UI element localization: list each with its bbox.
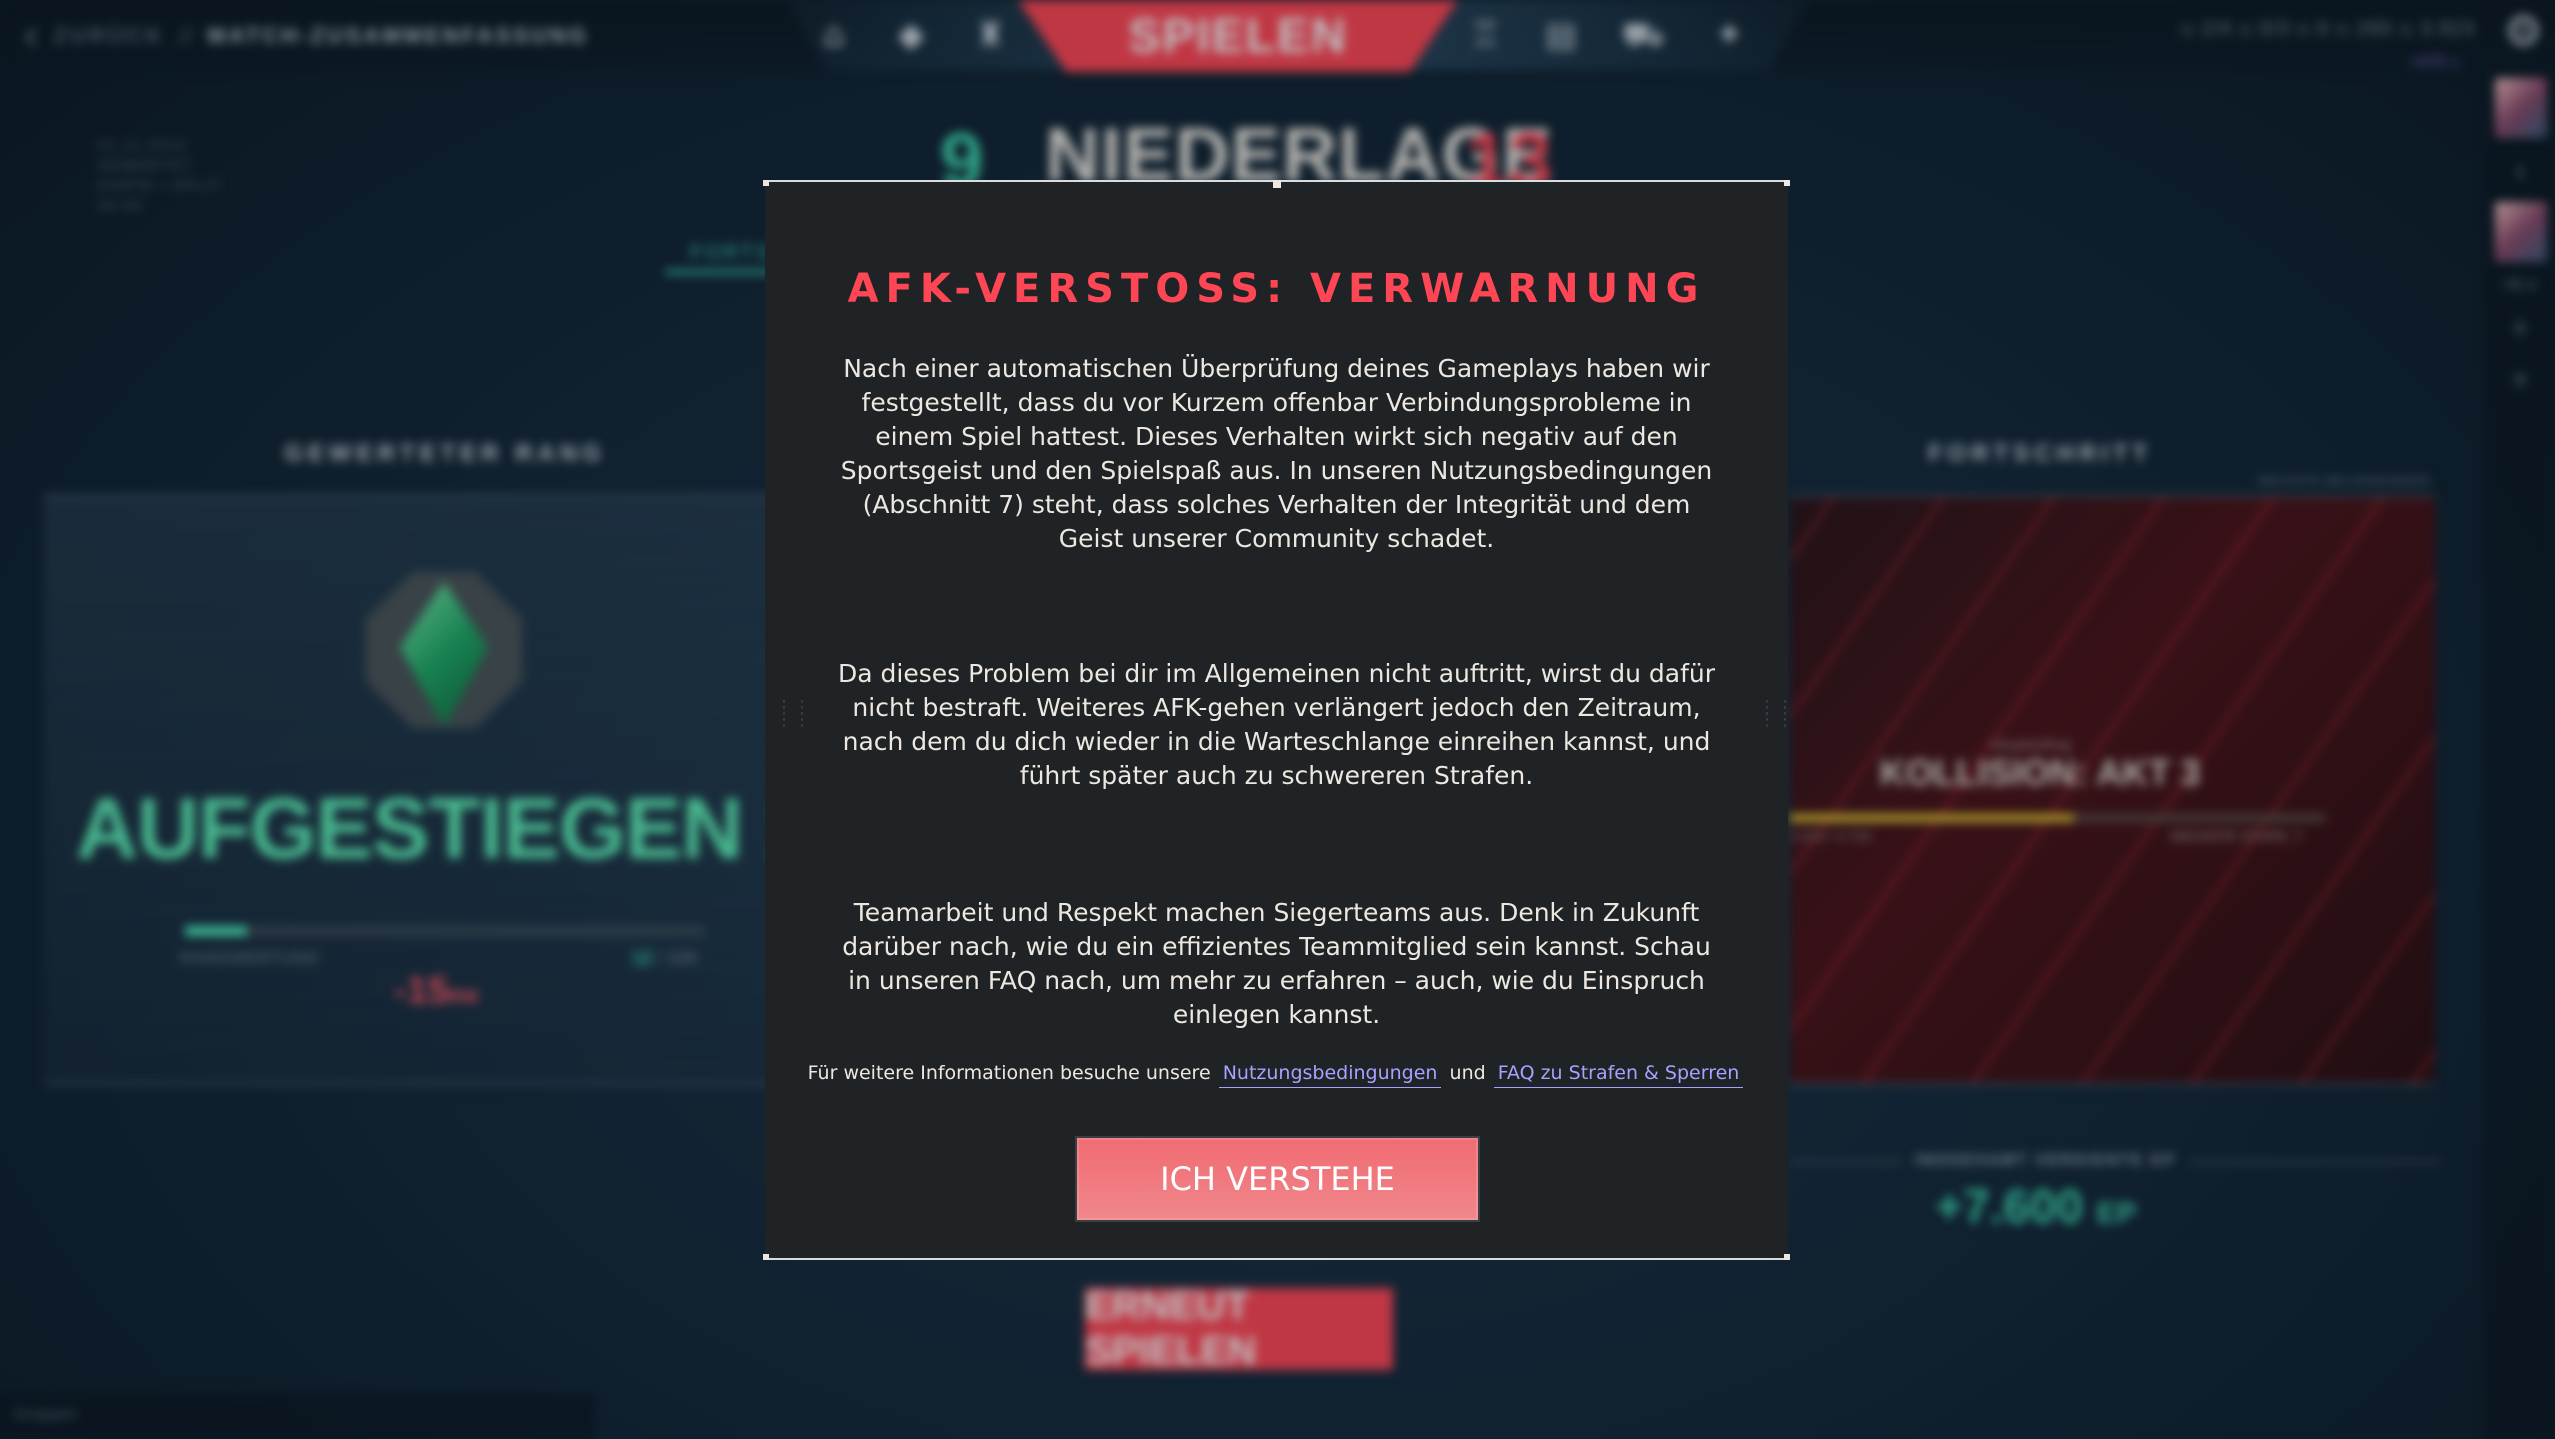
settings-icon[interactable]: ⚙ — [2504, 10, 2543, 54]
info-prefix: Für weitere Informationen besuche unsere — [807, 1062, 1211, 1084]
rr-delta-value: -15 — [394, 970, 449, 1012]
career-icon[interactable]: ♖ — [1470, 18, 1500, 52]
rank-rating-max: / 100 — [657, 948, 698, 968]
earned-xp-header: INSGESAMT VERDIENTE EP — [1915, 1152, 2176, 1169]
contract-label: Hauptauftrag — [1990, 736, 2071, 752]
match-date: 01.11.2024 — [98, 137, 188, 153]
earned-xp-unit: EP — [2096, 1197, 2137, 1230]
match-duration: 34:59 — [98, 197, 144, 213]
esports-icon[interactable]: ✦ — [1715, 18, 1744, 52]
play-again-label: ERNEUT SPIELEN — [1085, 1284, 1257, 1373]
play-again-button[interactable]: ERNEUT SPIELEN — [1085, 1284, 1393, 1373]
invite-count: 9 — [2515, 372, 2525, 389]
agents-icon[interactable]: ♜ — [975, 18, 1005, 52]
contract-xp: 3.000 / 5.750 — [1790, 828, 1872, 844]
social-panel: 1 +1 ⦸ 0 9 — [2485, 72, 2555, 1439]
progress-header: FORTSCHRITT — [1927, 440, 2153, 467]
breadcrumb-separator: // — [178, 23, 194, 49]
frame-corner — [1784, 1254, 1790, 1260]
chat-bar[interactable]: Gruppen — [0, 1394, 595, 1439]
next-rewards-link[interactable]: NÄCHSTE BELOHNUNGEN — [2258, 474, 2430, 488]
divider — [2190, 1161, 2440, 1163]
dialog-paragraph-3: Teamarbeit und Respekt machen Siegerteam… — [842, 898, 1711, 1029]
contract-name: KOLLISION: AKT 3 — [1879, 752, 2201, 793]
frame-corner — [763, 180, 769, 186]
earned-xp-number: +7.600 — [1935, 1181, 2084, 1234]
rank-rating-fill — [185, 926, 248, 936]
rank-name: AUFGESTIEGEN 1 — [75, 781, 813, 877]
back-button[interactable]: ‹ ZURÜCK // MATCH-ZUSAMMENFASSUNG — [22, 10, 589, 62]
rr-delta-unit: RW — [448, 987, 479, 1007]
match-meta: 01.11.2024 GEWERTET KARTE • SPLIT 34:59 — [98, 135, 222, 215]
avatar[interactable] — [2495, 78, 2547, 138]
store-icon[interactable]: ⛟ — [1622, 18, 1665, 52]
play-tab[interactable]: SPIELEN — [1018, 0, 1458, 72]
frame-tick — [1273, 180, 1281, 188]
next-level: NÄCHSTE STUFE: 7 — [2170, 828, 2303, 844]
dialog-paragraph-2: Da dieses Problem bei dir im Allgemeinen… — [837, 659, 1715, 790]
back-label: ZURÜCK — [53, 23, 165, 48]
frame-corner — [1784, 180, 1790, 186]
info-and: und — [1449, 1062, 1486, 1084]
breadcrumb: MATCH-ZUSAMMENFASSUNG — [207, 23, 589, 48]
match-map: KARTE • SPLIT — [98, 177, 223, 193]
collection-icon[interactable]: ◆ — [898, 18, 924, 52]
chat-placeholder: Gruppen — [14, 1406, 77, 1423]
dialog-paragraph-1: Nach einer automatischen Überprüfung dei… — [840, 354, 1713, 553]
top-bar: ‹ ZURÜCK // MATCH-ZUSAMMENFASSUNG ⌂ ◆ ♜ … — [0, 0, 2555, 72]
chevron-left-icon: ‹ — [22, 10, 40, 61]
afk-warning-dialog: AFK-VERSTOSS: VERWARNUNG Nach einer auto… — [763, 180, 1794, 1260]
frame-corner — [763, 1254, 769, 1260]
friend-badge: +1 ⦸ — [2503, 276, 2537, 293]
contract-progress-fill — [1790, 814, 2074, 822]
home-icon[interactable]: ⌂ — [823, 18, 845, 52]
friends-count: 1 — [2515, 164, 2525, 181]
friend-avatar[interactable] — [2495, 202, 2547, 262]
drag-dots-icon: ⋮⋮ ⋮⋮ — [1758, 697, 1794, 730]
match-mode: GEWERTET — [98, 157, 194, 173]
drag-dots-icon: ⋮⋮ ⋮⋮ — [775, 697, 811, 730]
terms-link[interactable]: Nutzungsbedingungen — [1218, 1062, 1442, 1088]
contract-progress-bar — [1790, 814, 2325, 822]
faq-link[interactable]: FAQ zu Strafen & Sperren — [1493, 1062, 1744, 1088]
currency-display: ⦸ 2/4 ⦸ 0/3 ⦸ 0 ⦸ 265 ⦸ 3.923 — [2180, 18, 2475, 40]
rank-header: GEWERTETER RANG — [284, 440, 606, 467]
battlepass-icon[interactable]: ▤ — [1545, 18, 1577, 52]
rank-rating-current: 12 — [632, 948, 653, 968]
rank-rating-delta: -15RW — [394, 970, 479, 1013]
rank-rating-value: 12 / 100 — [632, 948, 697, 969]
party-count: 0 — [2515, 320, 2525, 337]
confirm-button-label: ICH VERSTEHE — [1160, 1160, 1395, 1198]
confirm-button[interactable]: ICH VERSTEHE — [1075, 1136, 1480, 1222]
dialog-title: AFK-VERSTOSS: VERWARNUNG — [847, 266, 1706, 312]
info-line: Für weitere Informationen besuche unsere… — [765, 1062, 1788, 1088]
divider — [1790, 1161, 1900, 1163]
rank-rating-bar — [185, 926, 705, 936]
vp-bonus: +470 ⦸ — [2409, 54, 2460, 71]
play-tab-label: SPIELEN — [1128, 9, 1348, 63]
rank-rating-label: RANGWERTUNG — [180, 950, 320, 967]
earned-xp-value: +7.600 EP — [1935, 1180, 2137, 1235]
